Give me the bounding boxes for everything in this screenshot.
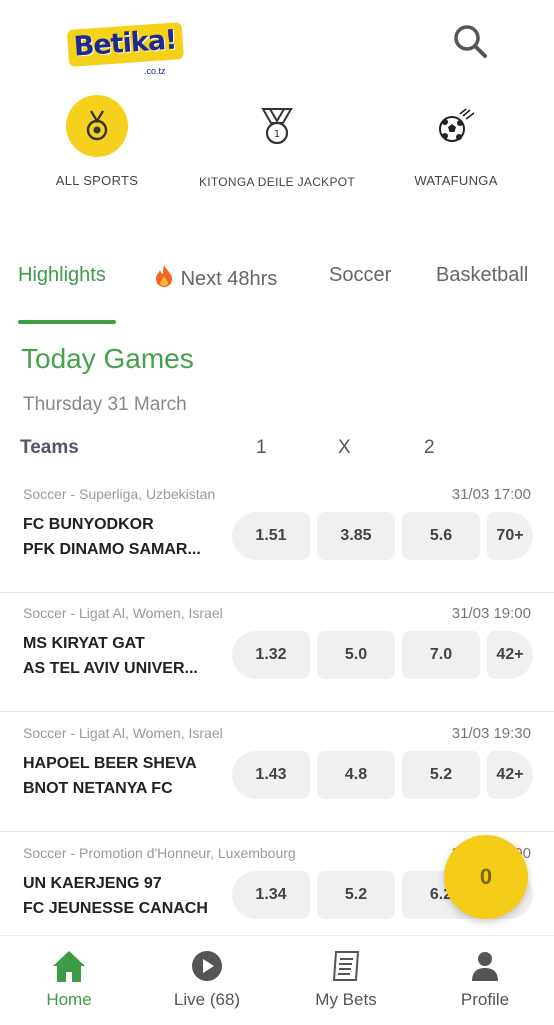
category-label: WATAFUNGA [414,173,498,188]
match-league: Soccer - Ligat Al, Women, Israel [23,725,223,741]
nav-home[interactable]: Home [9,948,129,1010]
column-header-1: 1 [256,437,267,458]
date-label: Thursday 31 March [23,394,187,415]
match-time: 31/03 17:00 [451,486,531,503]
nav-live[interactable]: Live (68) [147,948,267,1010]
search-icon [454,25,487,58]
tab-next-48hrs[interactable]: Next 48hrs [153,264,277,291]
category-all-sports[interactable]: ALL SPORTS [7,95,187,188]
tab-basketball[interactable]: Basketball [436,264,528,287]
search-button[interactable] [448,20,492,64]
category-icon-circle [66,95,128,157]
odd-away-button[interactable]: 5.2 [402,751,480,799]
tab-soccer[interactable]: Soccer [329,264,391,287]
row-divider [0,592,554,593]
home-team: HAPOEL BEER SHEVA [23,755,197,772]
betslip-button[interactable]: 0 [444,835,528,919]
award-icon: 1 [261,108,293,145]
nav-label: My Bets [315,990,377,1009]
match-league: Soccer - Promotion d'Honneur, Luxembourg [23,845,296,861]
away-team: FC JEUNESSE CANACH [23,900,208,917]
match-row[interactable]: Soccer - Ligat Al, Women, Israel 31/03 1… [0,605,554,725]
column-header-teams: Teams [20,437,79,458]
odd-home-button[interactable]: 1.34 [232,871,310,919]
category-watafunga[interactable]: WATAFUNGA [366,95,546,188]
odd-draw-button[interactable]: 3.85 [317,512,395,560]
soccer-ball-icon [439,108,475,142]
odd-home-button[interactable]: 1.43 [232,751,310,799]
match-row[interactable]: Soccer - Ligat Al, Women, Israel 31/03 1… [0,725,554,845]
sport-categories: ALL SPORTS 1 KITONGA DEILE JACKPOT WATAF… [0,95,554,205]
tab-label: Next 48hrs [180,268,278,290]
receipt-icon [332,951,360,981]
home-team: MS KIRYAT GAT [23,635,145,652]
more-markets-button[interactable]: 70+ [487,512,533,560]
logo-domain: .co.tz [144,66,166,76]
active-tab-indicator [18,320,116,324]
play-icon [192,951,222,981]
svg-text:1: 1 [274,129,280,140]
odd-away-button[interactable]: 7.0 [402,631,480,679]
category-label: ALL SPORTS [55,173,139,188]
home-team: UN KAERJENG 97 [23,875,162,892]
column-header-2: 2 [424,437,435,458]
home-team: FC BUNYODKOR [23,516,154,533]
home-icon [53,951,85,982]
category-icon-circle [425,95,487,157]
odd-draw-button[interactable]: 5.0 [317,631,395,679]
nav-label: Profile [460,990,510,1009]
away-team: PFK DINAMO SAMAR... [23,541,201,558]
fire-icon [156,265,172,287]
odd-home-button[interactable]: 1.32 [232,631,310,679]
away-team: BNOT NETANYA FC [23,780,173,797]
match-row[interactable]: Soccer - Superliga, Uzbekistan 31/03 17:… [0,486,554,606]
tab-highlights[interactable]: Highlights [18,264,106,287]
odd-home-button[interactable]: 1.51 [232,512,310,560]
odd-draw-button[interactable]: 5.2 [317,871,395,919]
nav-label: Home [46,990,92,1009]
row-divider [0,831,554,832]
row-divider [0,711,554,712]
nav-profile[interactable]: Profile [425,948,545,1010]
category-label: KITONGA DEILE JACKPOT [198,175,356,189]
odd-draw-button[interactable]: 4.8 [317,751,395,799]
section-title: Today Games [21,343,194,374]
nav-my-bets[interactable]: My Bets [286,948,406,1010]
logo-text: Betika! [66,22,184,67]
medal-icon [86,110,108,141]
sport-tabs: Highlights Next 48hrs Soccer Basketball [0,250,554,325]
more-markets-button[interactable]: 42+ [487,631,533,679]
away-team: AS TEL AVIV UNIVER... [23,660,198,677]
column-header-x: X [338,437,351,458]
match-time: 31/03 19:00 [451,605,531,622]
category-jackpot[interactable]: 1 KITONGA DEILE JACKPOT [187,95,367,189]
match-league: Soccer - Ligat Al, Women, Israel [23,605,223,621]
odd-away-button[interactable]: 5.6 [402,512,480,560]
bottom-navigation: Home Live (68) My Bets Profile [0,935,554,1025]
match-league: Soccer - Superliga, Uzbekistan [23,486,216,502]
app-header: Betika! .co.tz [0,0,554,90]
person-icon [472,952,498,981]
betika-logo[interactable]: Betika! .co.tz [66,22,184,80]
nav-label: Live (68) [173,990,241,1009]
match-time: 31/03 19:30 [451,725,531,742]
more-markets-button[interactable]: 42+ [487,751,533,799]
category-icon-circle: 1 [246,95,308,157]
